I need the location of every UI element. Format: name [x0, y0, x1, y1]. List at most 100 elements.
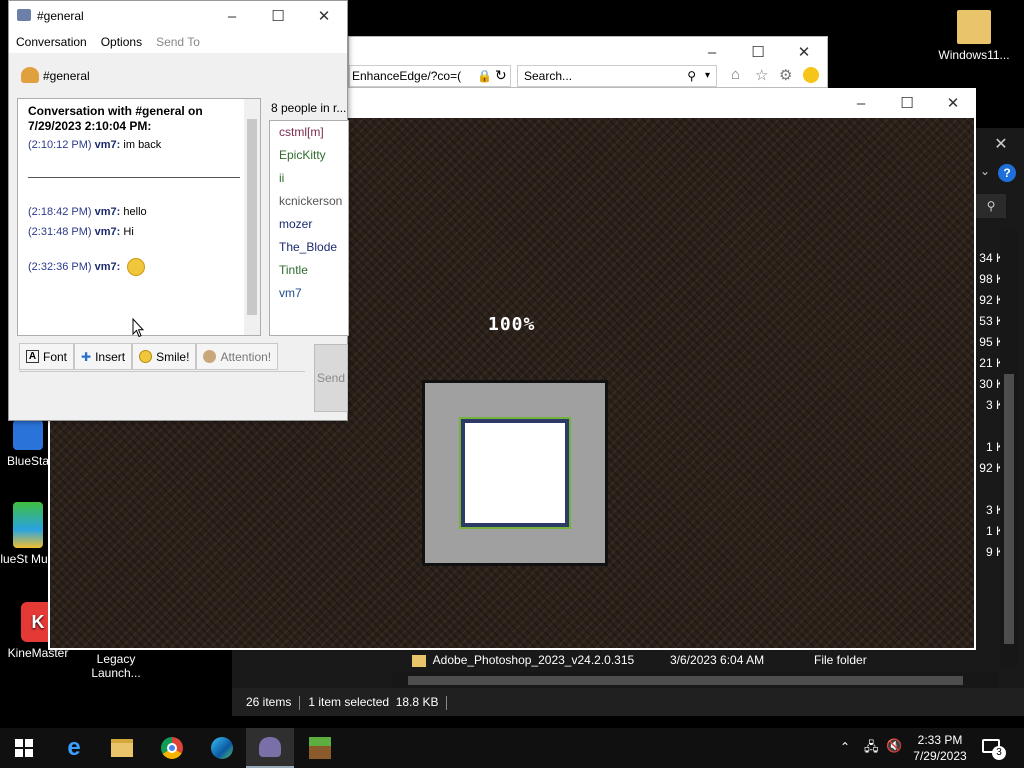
mouse-cursor-icon	[132, 317, 145, 341]
taskbar-edge[interactable]	[198, 728, 246, 768]
file-date: 3/6/2023 6:04 AM	[670, 653, 765, 667]
message-time: (2:10:12 PM)	[28, 139, 92, 151]
smiley-icon[interactable]	[803, 67, 819, 83]
bluestacks-icon	[13, 420, 43, 450]
clock[interactable]: 2:33 PM 7/29/2023	[900, 732, 980, 764]
taskbar-minecraft[interactable]	[296, 728, 344, 768]
conversation-log[interactable]: Conversation with #general on 7/29/2023 …	[17, 98, 261, 336]
explorer-close-button[interactable]: ✕	[978, 128, 1024, 160]
refresh-icon[interactable]: ↻	[495, 67, 507, 84]
taskbar: e ⌃ 🖧 🔇 2:33 PM 7/29/2023 3	[0, 728, 1024, 768]
minecraft-icon	[309, 737, 331, 759]
insert-button[interactable]: ✚ Insert	[74, 343, 133, 370]
person-item[interactable]: cstml[m]	[270, 121, 348, 144]
close-button[interactable]: ✕	[930, 88, 976, 118]
person-item[interactable]: mozer	[270, 213, 348, 236]
desktop-icon-label: Legacy Launch...	[91, 652, 141, 680]
explorer-horizontal-scrollbar[interactable]	[392, 672, 998, 688]
home-icon[interactable]: ⌂	[731, 66, 740, 83]
smile-button[interactable]: Smile!	[132, 343, 197, 370]
folder-icon	[111, 739, 133, 757]
attention-button[interactable]: Attention!	[196, 343, 279, 370]
person-item[interactable]: ii	[270, 167, 348, 190]
send-button[interactable]: Send	[314, 344, 348, 412]
maximize-button[interactable]: ☐	[735, 37, 781, 67]
message-text: im back	[123, 139, 162, 151]
smiley-emoticon-icon	[127, 258, 146, 276]
chat-title: #general	[37, 9, 84, 23]
smiley-icon	[139, 350, 153, 363]
log-scrollbar[interactable]	[244, 99, 260, 335]
windows-logo-icon	[15, 739, 33, 757]
menu-send-to[interactable]: Send To	[156, 35, 200, 49]
pidgin-icon	[259, 737, 281, 757]
search-icon[interactable]: ⚲	[687, 66, 696, 86]
edge-icon	[211, 737, 233, 759]
chevron-up-icon[interactable]: ⌃	[840, 740, 850, 754]
lock-icon: 🔒	[477, 69, 492, 83]
smile-label: Smile!	[156, 349, 190, 364]
search-placeholder: Search...	[524, 69, 573, 83]
chevron-down-icon[interactable]: ▾	[705, 66, 710, 86]
browser-caption-buttons: – ☐ ✕	[689, 37, 827, 67]
chat-app-icon	[17, 9, 31, 21]
start-button[interactable]	[0, 728, 48, 768]
file-name: Adobe_Photoshop_2023_v24.2.0.315	[432, 653, 635, 667]
message-time: (2:18:42 PM)	[28, 206, 92, 218]
minimize-button[interactable]: –	[689, 37, 735, 67]
menu-conversation[interactable]: Conversation	[16, 35, 87, 49]
desktop-icon-windows11[interactable]: Windows11...	[934, 10, 1014, 62]
explorer-vertical-scrollbar[interactable]	[1000, 228, 1018, 668]
file-row[interactable]: Adobe_Photoshop_2023_v24.2.0.315 3/6/202…	[412, 650, 972, 670]
font-icon: A	[26, 350, 39, 363]
person-item[interactable]: Tintle	[270, 259, 348, 282]
attention-label: Attention!	[220, 349, 272, 364]
network-icon[interactable]: 🖧	[864, 738, 879, 760]
browser-window: – ☐ ✕ EnhanceEdge/?co=( 🔒 ↻ Search... ⚲ …	[348, 36, 828, 88]
file-type: File folder	[814, 653, 867, 667]
close-button[interactable]: ✕	[781, 37, 827, 67]
message-input[interactable]	[19, 371, 305, 413]
inventory-slot[interactable]	[459, 417, 571, 529]
scrollbar-thumb[interactable]	[408, 676, 963, 685]
inventory-slot-frame	[422, 380, 608, 566]
explorer-search-icon[interactable]: ⚲	[976, 194, 1006, 218]
taskbar-pidgin[interactable]	[246, 728, 294, 768]
font-button[interactable]: A Font	[19, 343, 75, 370]
gear-icon[interactable]: ⚙	[779, 66, 792, 84]
browser-search-box[interactable]: Search... ⚲ ▾	[517, 65, 717, 87]
address-text: EnhanceEdge/?co=(	[352, 69, 462, 83]
message-text: hello	[123, 206, 147, 218]
chevron-down-icon[interactable]: ⌄	[980, 164, 990, 178]
chat-window: #general – ☐ ✕ Conversation Options Send…	[8, 0, 349, 421]
person-item[interactable]: The_Blode	[270, 236, 348, 259]
desktop-icon-legacy-launcher[interactable]: Legacy Launch...	[76, 652, 156, 680]
people-count: 8 people in r...	[271, 101, 347, 115]
message-time: (2:32:36 PM)	[28, 260, 92, 273]
minimize-button[interactable]: –	[838, 88, 884, 118]
maximize-button[interactable]: ☐	[255, 1, 301, 31]
scrollbar-thumb[interactable]	[247, 119, 257, 315]
person-item[interactable]: vm7	[270, 282, 348, 305]
scrollbar-thumb[interactable]	[1004, 374, 1014, 644]
close-button[interactable]: ✕	[301, 1, 347, 31]
menu-options[interactable]: Options	[101, 35, 142, 49]
maximize-button[interactable]: ☐	[884, 88, 930, 118]
star-icon[interactable]: ☆	[755, 66, 768, 84]
help-icon[interactable]: ?	[998, 164, 1016, 182]
group-icon	[21, 67, 39, 83]
bluestacks-multi-icon	[13, 502, 43, 548]
font-label: Font	[43, 349, 68, 364]
taskbar-file-explorer[interactable]	[98, 728, 146, 768]
minimize-button[interactable]: –	[209, 1, 255, 31]
person-item[interactable]: EpicKitty	[270, 144, 348, 167]
person-item[interactable]: kcnickerson	[270, 190, 348, 213]
selection-size: 18.8 KB	[395, 695, 439, 709]
chrome-icon	[161, 737, 183, 759]
message: (2:32:36 PM) vm7:	[28, 258, 146, 276]
taskbar-internet-explorer[interactable]: e	[50, 728, 98, 768]
item-count: 26 items	[246, 695, 292, 709]
notification-center-button[interactable]: 3	[982, 736, 1006, 760]
taskbar-chrome[interactable]	[148, 728, 196, 768]
clock-time: 2:33 PM	[917, 733, 963, 747]
